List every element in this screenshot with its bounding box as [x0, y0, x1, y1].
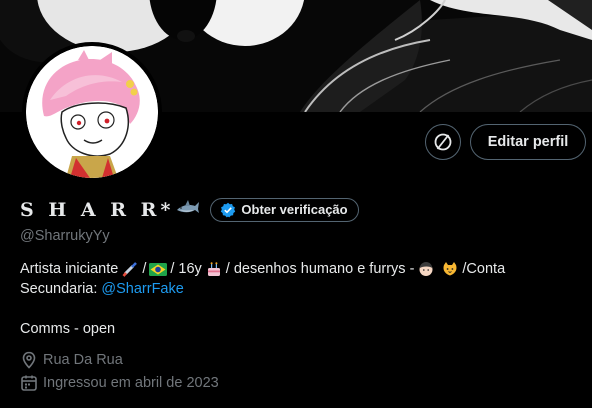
paintbrush-emoji: [121, 260, 139, 278]
avatar-artwork: [26, 46, 158, 178]
bio-text: Artista iniciante: [20, 261, 119, 277]
bio-line-1: Artista iniciante / / 16y / desenhos hum…: [20, 259, 580, 279]
avatar[interactable]: [22, 42, 162, 182]
bio-text: Secundaria:: [20, 281, 98, 297]
name-row: S H A R R* Obter verificação: [20, 197, 359, 222]
verified-badge-icon: [221, 202, 236, 217]
bio-text: /Conta: [462, 261, 506, 277]
location-pin-icon: [22, 351, 36, 369]
bio-text: / desenhos humano e furrys -: [225, 261, 415, 277]
brazil-flag-emoji: [149, 260, 168, 278]
bio-text: / 16y: [170, 261, 202, 277]
display-name: S H A R R*: [20, 198, 175, 221]
shark-emoji: [176, 197, 200, 222]
cat-face-emoji: [441, 260, 459, 278]
get-verified-label: Obter verificação: [241, 202, 348, 217]
location-text: Rua Da Rua: [43, 352, 123, 368]
profile-location: Rua Da Rua: [20, 351, 123, 369]
birthday-cake-emoji: [205, 260, 223, 278]
person-face-emoji: [417, 260, 435, 278]
bio-line-2: Secundaria: @SharrFake: [20, 279, 580, 299]
profile-bio: Artista iniciante / / 16y / desenhos hum…: [20, 259, 580, 339]
user-handle: @SharrukyYy: [20, 228, 110, 244]
more-options-button[interactable]: [425, 124, 461, 160]
get-verified-button[interactable]: Obter verificação: [210, 197, 359, 222]
calendar-icon: [21, 375, 37, 391]
avatar-image: [26, 46, 158, 178]
joined-text: Ingressou em abril de 2023: [43, 375, 219, 391]
secondary-account-link[interactable]: @SharrFake: [101, 279, 183, 299]
bio-comms: Comms - open: [20, 321, 116, 337]
no-sign-icon: [434, 133, 452, 151]
bio-text: /: [142, 261, 147, 277]
profile-joined-date: Ingressou em abril de 2023: [20, 374, 219, 392]
edit-profile-button[interactable]: Editar perfil: [470, 124, 586, 160]
